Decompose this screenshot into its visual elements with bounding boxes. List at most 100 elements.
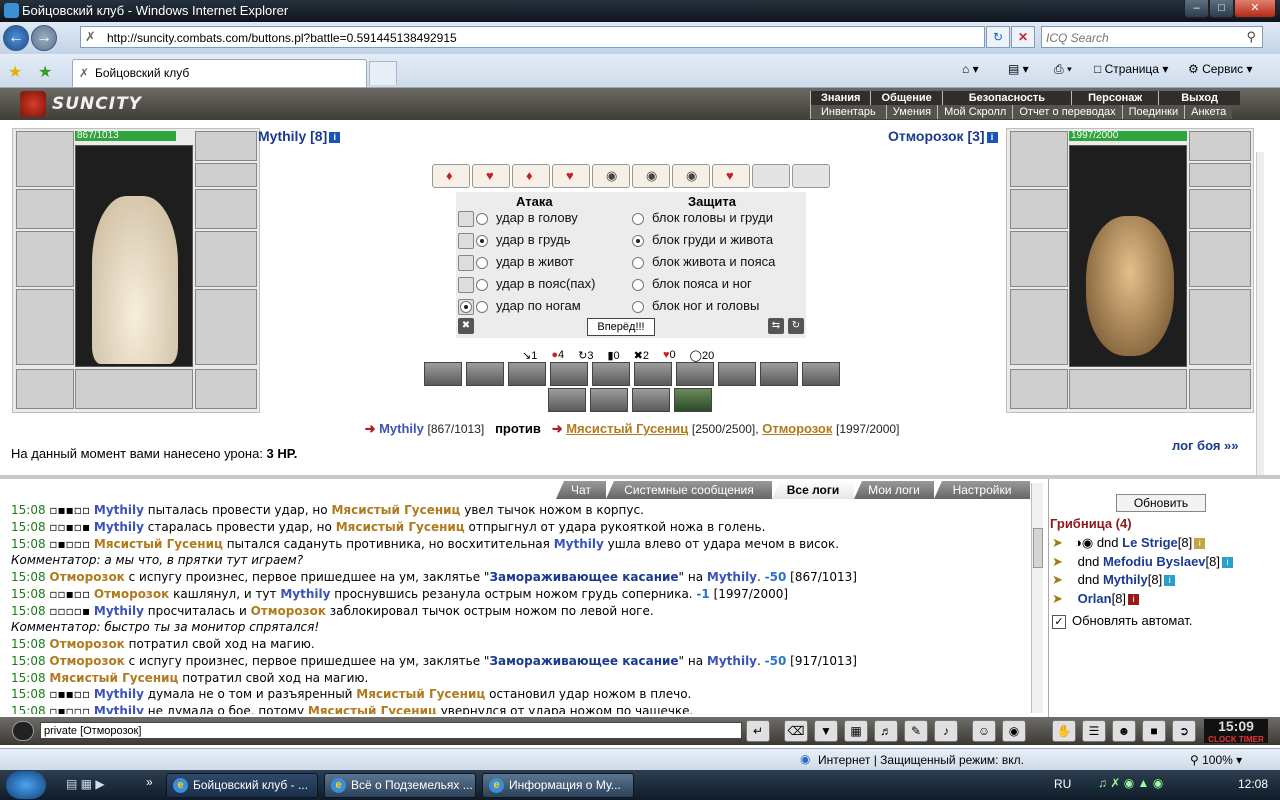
weapon-slot[interactable] [1010, 231, 1068, 287]
search-icon[interactable]: ⚲ [1246, 29, 1256, 45]
vs-enemy2[interactable]: Отморозок [762, 421, 832, 436]
tab-all-logs[interactable]: Все логи [772, 481, 854, 499]
gloves-slot[interactable] [1189, 189, 1251, 229]
defense-option[interactable]: блок груди и живота [632, 232, 773, 247]
defense-option[interactable]: блок живота и пояса [632, 254, 775, 269]
service-menu[interactable]: ⚙ Сервис ▾ [1188, 62, 1253, 76]
zoom-control[interactable]: ⚲ 100% ▾ [1190, 753, 1242, 767]
filter-icon[interactable]: ▼ [814, 720, 838, 742]
home-icon[interactable]: ⌂ ▾ [962, 62, 979, 76]
zone-toggle[interactable] [458, 254, 474, 271]
refresh-icon[interactable]: ↻ [986, 26, 1010, 48]
forward-button[interactable]: Вперёд!!! [587, 318, 655, 336]
start-button[interactable] [6, 771, 46, 799]
attack-radio[interactable] [476, 234, 488, 247]
smiley-icon[interactable]: ☺ [972, 720, 996, 742]
menu-character[interactable]: Персонаж [1071, 91, 1159, 105]
tray-clock[interactable]: 12:08 [1238, 777, 1268, 791]
bracers-slot[interactable] [16, 189, 74, 229]
auto-refresh-checkbox[interactable]: ✓ [1052, 614, 1066, 629]
attack-radio[interactable] [476, 256, 488, 269]
back-button[interactable]: ← [3, 25, 29, 51]
attack-radio[interactable] [476, 300, 488, 313]
belt-slot[interactable] [16, 369, 74, 409]
weapon-slot[interactable] [16, 231, 74, 287]
swap-icon[interactable]: ⇆ [768, 318, 784, 334]
belt-slot[interactable] [1010, 369, 1068, 409]
defense-option[interactable]: блок ног и головы [632, 298, 759, 313]
vs-player[interactable]: Mythily [379, 421, 424, 436]
skill-button[interactable] [466, 362, 504, 386]
skill-button[interactable] [548, 388, 586, 412]
menu-profile[interactable]: Анкета [1184, 105, 1233, 119]
info-icon[interactable]: i [1164, 575, 1176, 587]
menu-inventory[interactable]: Инвентарь [810, 105, 886, 119]
search-box[interactable]: ⚲ [1041, 26, 1263, 48]
vs-enemy1[interactable]: Мясистый Гусениц [566, 421, 688, 436]
taskbar-item[interactable]: e Всё о Подземельях ... [324, 773, 476, 798]
gloves-slot[interactable] [195, 189, 257, 229]
player-link[interactable]: Le Strige [1122, 535, 1178, 550]
rings-slot[interactable] [195, 163, 257, 187]
info-icon[interactable]: i [1222, 556, 1234, 568]
zone-toggle[interactable] [458, 210, 474, 227]
hand-icon[interactable]: ✋ [1052, 720, 1076, 742]
skill-button[interactable] [674, 388, 712, 412]
shield-icon[interactable]: ✖ [458, 318, 474, 334]
chat-input[interactable] [40, 722, 742, 739]
sound-icon[interactable]: ♪ [934, 720, 958, 742]
player-avatar[interactable] [75, 145, 193, 367]
zone-toggle[interactable] [458, 298, 474, 315]
zone-toggle[interactable] [458, 232, 474, 249]
info-icon[interactable]: i [1128, 593, 1140, 605]
taskbar-item-active[interactable]: e Бойцовский клуб - ... [166, 773, 318, 798]
menu-knowledge[interactable]: Знания [810, 91, 871, 105]
translit-icon[interactable]: ✎ [904, 720, 928, 742]
rings-slot[interactable] [1189, 163, 1251, 187]
helmet-slot[interactable] [16, 131, 74, 187]
private-msg-icon[interactable]: ➤ [1052, 534, 1074, 553]
tab-my-logs[interactable]: Мои логи [854, 481, 934, 499]
boots-slot[interactable] [195, 369, 257, 409]
new-tab-button[interactable] [369, 61, 397, 85]
forward-button[interactable]: → [31, 25, 57, 51]
defense-radio[interactable] [632, 300, 644, 313]
armor-slot[interactable] [16, 289, 74, 365]
maximize-button[interactable]: □ [1209, 0, 1234, 18]
tab-chat[interactable]: Чат [556, 481, 606, 499]
menu-exit[interactable]: Выход [1158, 91, 1240, 105]
private-msg-icon[interactable]: ➤ [1052, 590, 1074, 609]
defense-option[interactable]: блок пояса и ног [632, 276, 752, 291]
send-icon[interactable]: ↵ [746, 720, 770, 742]
offhand-slot[interactable] [195, 231, 257, 287]
leggings-slot[interactable] [1189, 289, 1251, 365]
attack-radio[interactable] [476, 278, 488, 291]
search-input[interactable] [1046, 31, 1226, 45]
defense-radio[interactable] [632, 212, 644, 225]
people-icon[interactable]: ☻ [1112, 720, 1136, 742]
skill-button[interactable] [760, 362, 798, 386]
bracers-slot[interactable] [1010, 189, 1068, 229]
battle-log-link[interactable]: лог боя »» [1172, 438, 1239, 453]
minimize-button[interactable]: – [1184, 0, 1209, 18]
attack-option[interactable]: удар в живот [458, 254, 574, 271]
quick-slots[interactable] [75, 369, 193, 409]
enemy-name[interactable]: Отморозок [3] i [888, 128, 998, 144]
leggings-slot[interactable] [195, 289, 257, 365]
skill-button[interactable] [718, 362, 756, 386]
taskbar-item[interactable]: e Информация о Му... [482, 773, 634, 798]
info-icon[interactable]: i [329, 131, 341, 143]
player-link[interactable]: Mythily [1103, 572, 1148, 587]
attack-option[interactable]: удар в грудь [458, 232, 571, 249]
walk-icon[interactable]: ♬ [874, 720, 898, 742]
close-window-button[interactable]: ✕ [1234, 0, 1276, 18]
tactic-card[interactable]: ♥ [712, 164, 750, 188]
menu-battles[interactable]: Поединки [1121, 105, 1185, 119]
menu-transfers[interactable]: Отчет о переводах [1012, 105, 1122, 119]
defense-radio[interactable] [632, 278, 644, 291]
quick-launch-icons[interactable]: ▤ ▦ ▶ [66, 777, 105, 791]
eraser-icon[interactable]: ⌫ [784, 720, 808, 742]
language-indicator[interactable]: RU [1054, 777, 1071, 791]
tactic-card[interactable]: ♦ [432, 164, 470, 188]
defense-radio[interactable] [632, 256, 644, 269]
